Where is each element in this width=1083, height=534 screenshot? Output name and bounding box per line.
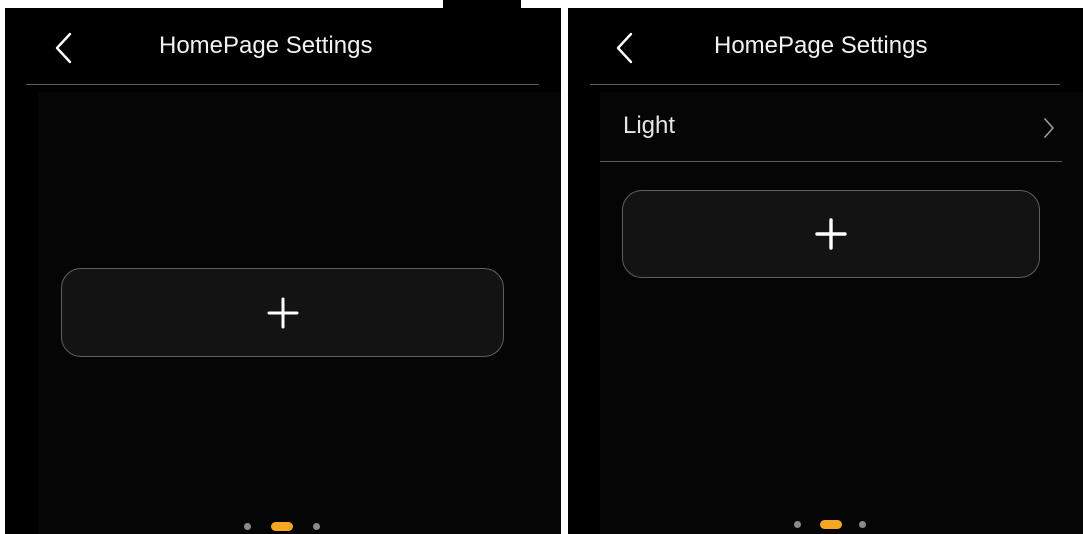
homepage-settings-screen-with-item: HomePage Settings Light [568,8,1083,534]
homepage-settings-screen-empty: HomePage Settings [5,8,561,534]
chevron-left-icon [616,32,633,64]
page-dot-active[interactable] [271,522,293,531]
page-indicator [568,518,1083,530]
page-dot[interactable] [859,521,866,528]
header-divider [590,84,1060,85]
list-divider [600,161,1062,162]
back-button[interactable] [610,28,640,68]
page-title: HomePage Settings [159,32,373,59]
plus-icon [267,297,298,328]
plus-icon [815,218,847,250]
page-indicator [5,520,561,532]
page-title: HomePage Settings [714,32,928,59]
add-widget-button[interactable] [622,190,1040,278]
chevron-right-icon [1044,118,1054,138]
back-button[interactable] [49,28,79,68]
chevron-left-icon [55,32,72,64]
page-dot[interactable] [244,523,251,530]
header-divider [26,84,539,85]
page-dot[interactable] [313,523,320,530]
header: HomePage Settings [568,8,1083,84]
add-widget-button[interactable] [61,268,504,357]
list-item-label: Light [623,112,676,139]
page-dot-active[interactable] [820,520,842,529]
header: HomePage Settings [5,8,561,84]
page-dot[interactable] [794,521,801,528]
list-item-light[interactable]: Light [600,92,1062,162]
